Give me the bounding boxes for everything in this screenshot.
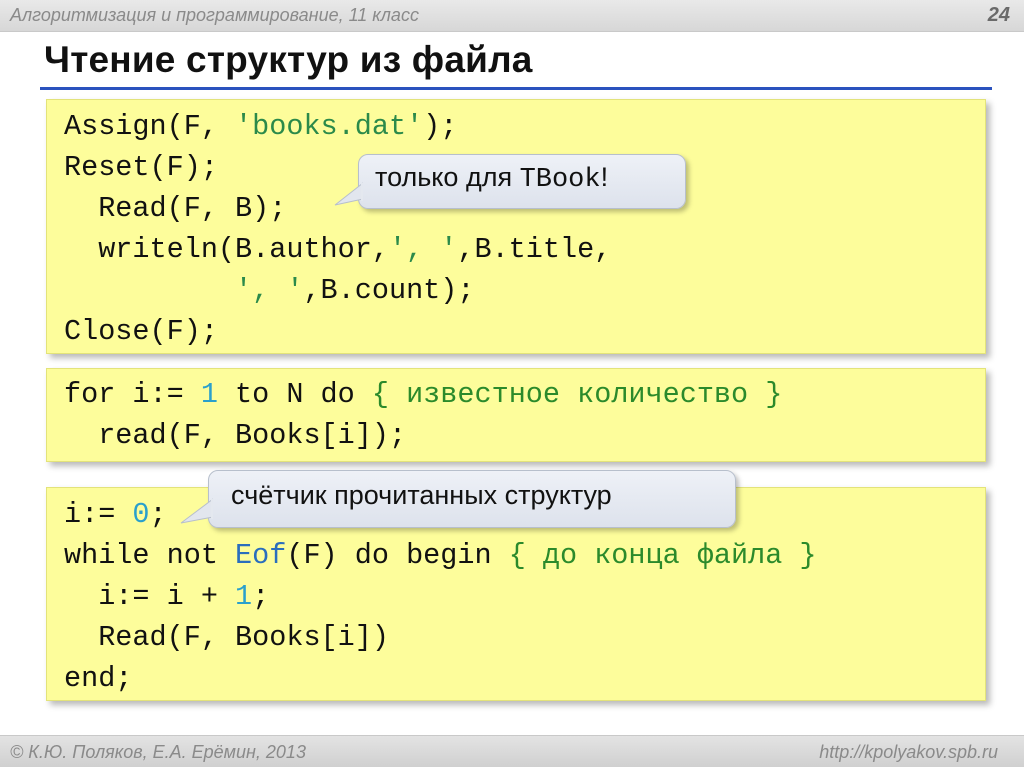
code-text: ; <box>149 498 167 531</box>
string-literal: 'books.dat' <box>235 110 424 143</box>
number-literal: 1 <box>235 580 253 613</box>
code-text: ); <box>423 110 458 143</box>
code-line: i:= 0; <box>64 494 167 535</box>
code-line: Close(F); <box>64 315 218 348</box>
callout-structure-counter: счётчик прочитанных структур <box>180 470 736 528</box>
callout-text: только для <box>375 162 520 192</box>
code-line: ', ',B.count); <box>64 270 474 311</box>
code-text: ; <box>252 580 270 613</box>
callout-tbook-only: только для TBook! <box>334 154 686 209</box>
function-name: Eof <box>235 539 287 572</box>
code-text: ,B.count); <box>303 274 475 307</box>
code-text: ,B.title, <box>457 233 612 266</box>
callout-text: ! <box>600 162 609 192</box>
code-text: writeln(B.author, <box>64 233 389 266</box>
callout-text: счётчик прочитанных структур <box>231 480 612 510</box>
callout-pointer <box>180 498 213 524</box>
copyright-text: © К.Ю. Поляков, Е.А. Ерёмин, 2013 <box>10 742 306 762</box>
code-text: for i:= <box>64 378 201 411</box>
code-block-for-loop: for i:= 1 to N do { известное количество… <box>46 368 986 462</box>
code-line: Reset(F); <box>64 151 218 184</box>
slide-footer-bar: © К.Ю. Поляков, Е.А. Ерёмин, 2013 http:/… <box>0 735 1024 767</box>
code-line: for i:= 1 to N do { известное количество… <box>64 374 782 415</box>
slide-header-bar: Алгоритмизация и программирование, 11 кл… <box>0 0 1024 32</box>
code-line: i:= i + 1; <box>64 576 269 617</box>
site-url: http://kpolyakov.spb.ru <box>819 742 998 762</box>
code-line: writeln(B.author,', ',B.title, <box>64 229 611 270</box>
page-number: 24 <box>987 4 1010 26</box>
code-block-file-read: Assign(F, 'books.dat'); Reset(F); Read(F… <box>46 99 986 354</box>
code-text: while not <box>64 539 236 572</box>
code-comment: { до конца файла } <box>508 539 817 572</box>
code-line: end; <box>64 662 133 695</box>
code-text: (F) do begin <box>286 539 509 572</box>
number-literal: 1 <box>200 378 218 411</box>
code-line: Assign(F, 'books.dat'); <box>64 106 457 147</box>
callout-type-name: TBook <box>519 165 601 195</box>
slide-title: Чтение структур из файла <box>44 39 533 80</box>
code-comment: { известное количество } <box>371 378 783 411</box>
code-text: i:= i + <box>64 580 236 613</box>
code-line: read(F, Books[i]); <box>64 419 407 452</box>
course-name: Алгоритмизация и программирование, 11 кл… <box>10 5 419 25</box>
code-text: Assign(F, <box>64 110 236 143</box>
title-underline <box>40 87 992 90</box>
number-literal: 0 <box>132 498 150 531</box>
code-line: while not Eof(F) do begin { до конца фай… <box>64 535 817 576</box>
code-text: to N do <box>217 378 372 411</box>
code-line: Read(F, Books[i]) <box>64 621 389 654</box>
code-text: i:= <box>64 498 133 531</box>
string-literal: ', ' <box>235 274 304 307</box>
code-line: Read(F, B); <box>64 192 287 225</box>
string-literal: ', ' <box>388 233 458 266</box>
callout-pointer <box>334 182 363 206</box>
